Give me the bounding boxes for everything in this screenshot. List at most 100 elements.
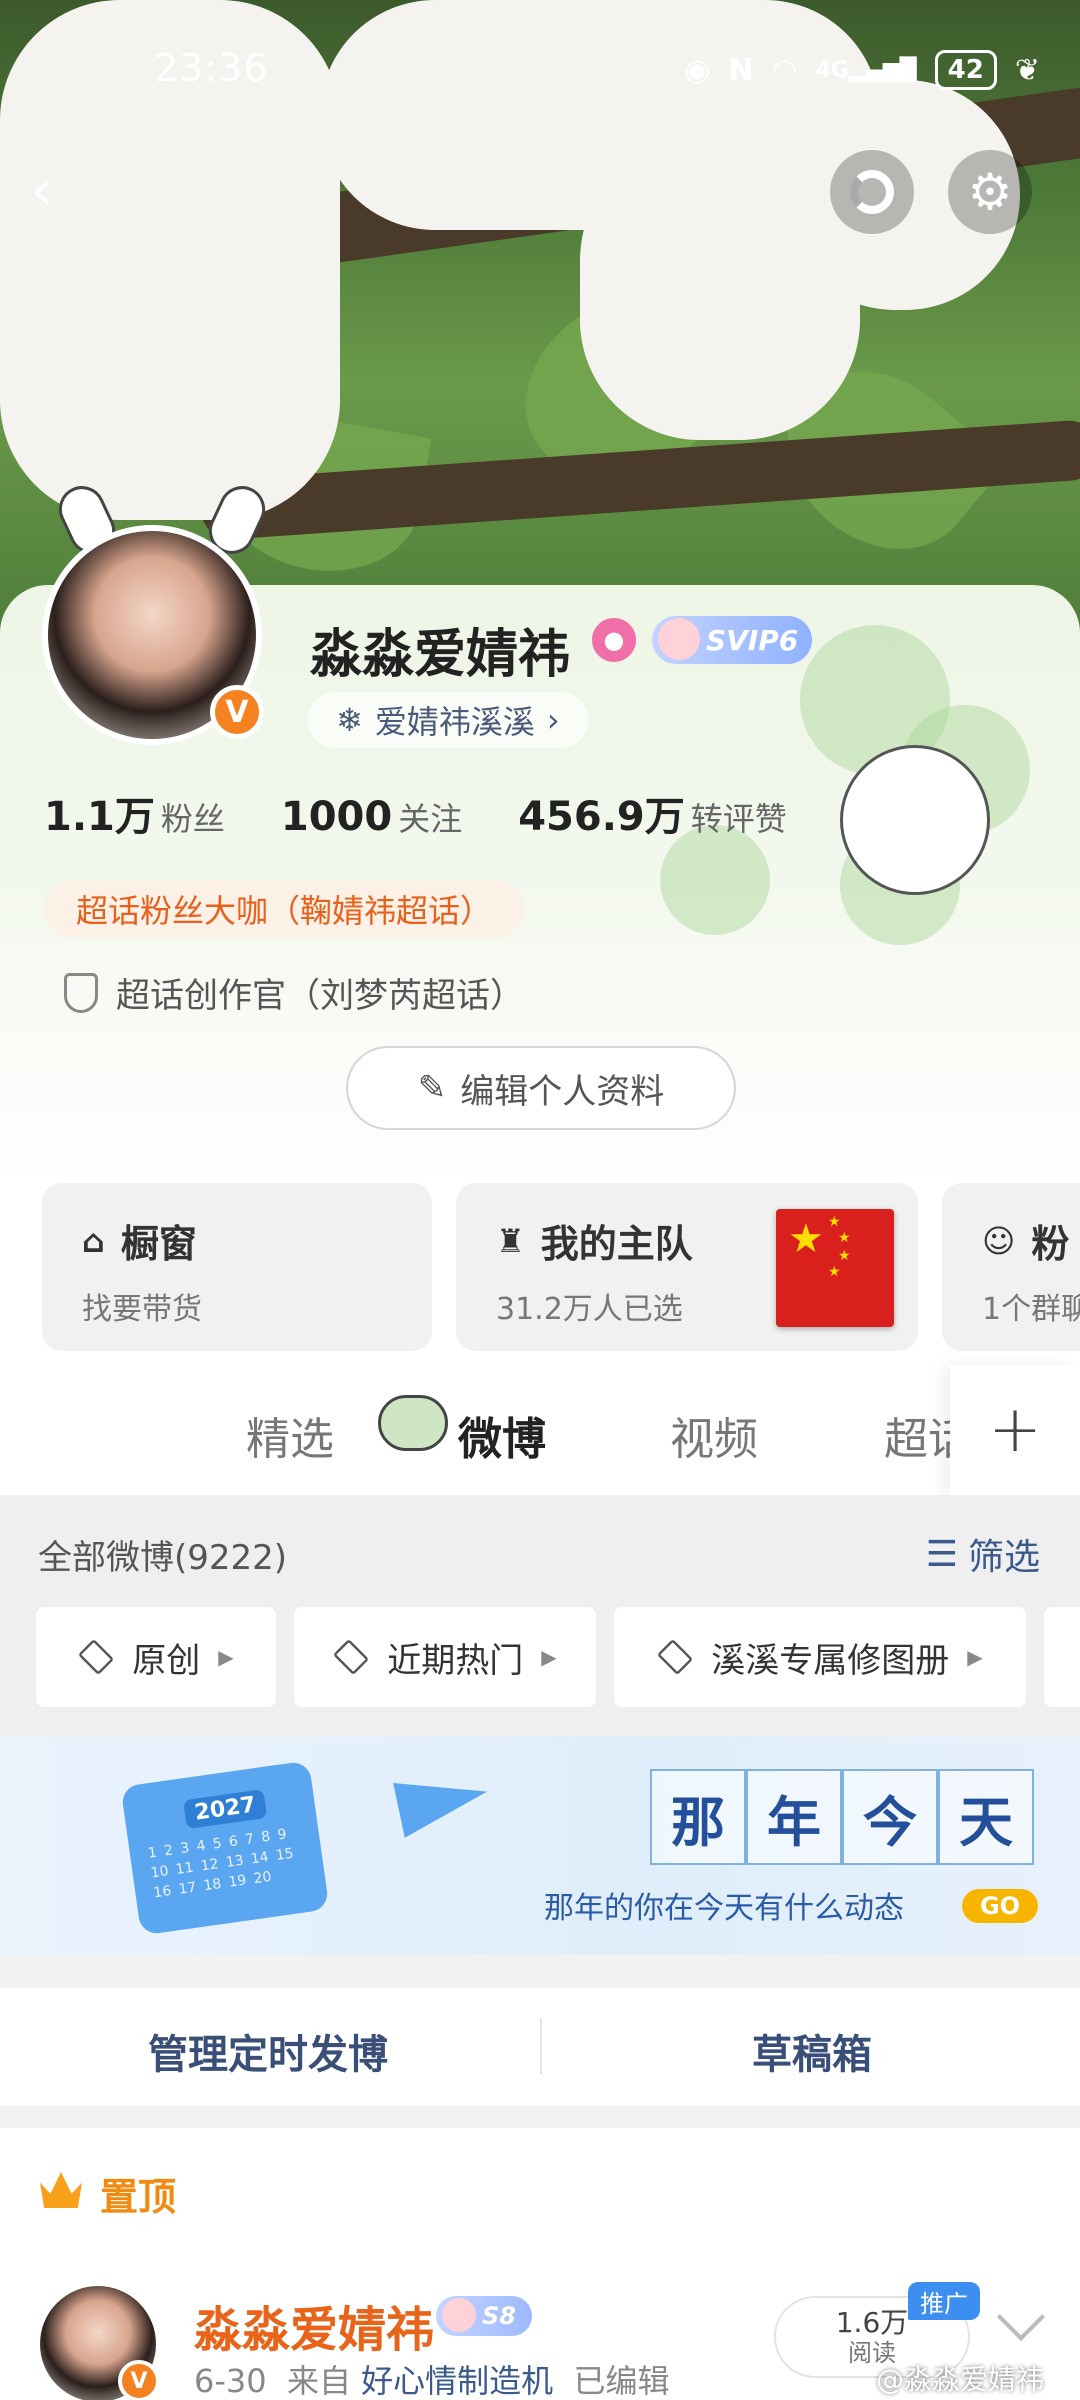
chip-label: 原创 <box>132 1640 201 1681</box>
eye-icon: ◉ <box>684 52 711 88</box>
chip-album[interactable]: 溪溪专属修图册 ▶ <box>614 1607 1026 1707</box>
feature-title: 我的主队 <box>540 1222 693 1266</box>
title-char: 那 <box>650 1769 746 1865</box>
bag-icon: ⌂ <box>82 1221 105 1260</box>
gear-icon: ⚙ <box>967 163 1013 221</box>
edit-profile-button[interactable]: ✎ 编辑个人资料 <box>346 1046 736 1130</box>
back-icon[interactable]: ‹ <box>30 160 90 220</box>
sort-icon: ☰ <box>925 1533 958 1575</box>
svip-label: SVIP6 <box>706 623 799 657</box>
scheduled-posts-button[interactable]: 管理定时发博 <box>148 2022 388 2080</box>
feature-card-team[interactable]: ♜ 我的主队 31.2万人已选 ★ ★ ★ ★ ★ <box>456 1183 918 1351</box>
title-char: 年 <box>746 1769 842 1865</box>
feature-card-fans[interactable]: ☺ 粉 1个群聊 <box>942 1183 1080 1351</box>
verified-icon: V <box>210 685 264 739</box>
tab-video[interactable]: 视频 <box>670 1403 758 1467</box>
svip-pig-icon <box>442 2298 476 2332</box>
all-weibo-count: 全部微博(9222) <box>38 1538 288 1578</box>
fan-club-label: 爱婧祎溪溪 <box>374 703 535 741</box>
layers-icon <box>333 1638 370 1676</box>
people-icon: ☺ <box>982 1221 1016 1260</box>
feature-card-showcase[interactable]: ⌂ 橱窗 找要带货 <box>42 1183 432 1351</box>
frog-mascot-icon <box>378 1395 448 1451</box>
on-this-day-banner[interactable]: 2027 1 2 3 4 5 6 7 8 9 10 11 12 13 14 15… <box>0 1737 1080 1955</box>
chaohua-fan-badge[interactable]: 超话粉丝大咖（鞠婧祎超话） <box>44 880 525 938</box>
status-bar: 23:36 ◉ N ◠ 4G▂▄▆█ 42 ❦ <box>0 0 1080 150</box>
chip-original[interactable]: 原创 ▶ <box>36 1607 276 1707</box>
post-from: 来自 <box>286 2362 351 2400</box>
stat-number: 1.1万 <box>44 794 155 840</box>
caret-right-icon: ▶ <box>218 1645 234 1669</box>
stat-fans[interactable]: 1.1万 粉丝 <box>44 784 225 842</box>
cell-signal-icon: 4G▂▄▆█ <box>815 57 917 83</box>
caret-right-icon: ▶ <box>541 1645 557 1669</box>
feature-title: 橱窗 <box>120 1222 197 1266</box>
svip-number: S8 <box>482 2302 516 2330</box>
calendar-year: 2027 <box>182 1789 268 1830</box>
calendar-icon: 2027 1 2 3 4 5 6 7 8 9 10 11 12 13 14 15… <box>120 1760 330 1936</box>
status-icons: ◉ N ◠ 4G▂▄▆█ 42 ❦ <box>684 50 1040 90</box>
team-icon: ♜ <box>496 1221 525 1260</box>
story-ring-button[interactable] <box>830 150 914 234</box>
pinned-label: 置顶 <box>100 2175 177 2219</box>
shield-icon <box>64 972 98 1013</box>
post-svip-badge[interactable]: S8 <box>436 2296 532 2336</box>
profile-tabs: 精选 微博 视频 超话 + <box>0 1365 1080 1495</box>
drafts-button[interactable]: 草稿箱 <box>752 2022 872 2080</box>
add-tab-icon[interactable]: + <box>950 1365 1080 1495</box>
mascot-sticker <box>840 745 990 895</box>
post-author[interactable]: 淼淼爱婧祎 <box>194 2290 434 2360</box>
stat-label: 粉丝 <box>160 800 225 838</box>
post-edited: 已编辑 <box>573 2362 670 2400</box>
stat-interactions[interactable]: 456.9万 转评赞 <box>518 784 787 842</box>
snowflake-icon: ❄ <box>336 701 363 739</box>
stat-number: 456.9万 <box>518 794 685 840</box>
post-date: 6-30 <box>194 2362 267 2400</box>
status-time: 23:36 <box>154 46 269 90</box>
filter-button[interactable]: ☰ 筛选 <box>926 1528 1040 1580</box>
ring-icon <box>850 170 894 214</box>
chip-label: 溪溪专属修图册 <box>711 1640 950 1681</box>
profile-name: 淼淼爱婧祎 <box>310 624 571 685</box>
chip-recent-hot[interactable]: 近期热门 ▶ <box>294 1607 596 1707</box>
tab-weibo[interactable]: 微博 <box>458 1403 546 1467</box>
promote-badge[interactable]: 推广 <box>908 2282 980 2320</box>
settings-button[interactable]: ⚙ <box>948 150 1032 234</box>
post-meta: 6-30 来自 好心情制造机 已编辑 <box>194 2356 670 2400</box>
creator-label: 超话创作官（刘梦芮超话） <box>116 976 524 1016</box>
chip-more[interactable] <box>1044 1607 1080 1707</box>
stat-label: 关注 <box>398 800 463 838</box>
feature-title: 粉 <box>1031 1222 1070 1266</box>
layers-icon <box>657 1638 694 1676</box>
go-button[interactable]: GO <box>962 1889 1038 1923</box>
wifi-icon: ◠ <box>771 52 798 88</box>
verified-icon: V <box>118 2360 160 2400</box>
chevron-right-icon: › <box>546 701 560 739</box>
post-source[interactable]: 好心情制造机 <box>361 2362 553 2400</box>
manage-row: 管理定时发博 草稿箱 <box>0 1988 1080 2106</box>
pencil-icon: ✎ <box>417 1068 447 1108</box>
profile-stats: 1.1万 粉丝 1000 关注 456.9万 转评赞 <box>44 784 787 842</box>
edit-profile-label: 编辑个人资料 <box>460 1071 665 1112</box>
paper-plane-icon <box>393 1764 493 1838</box>
member-badge-icon[interactable]: ● <box>592 618 636 662</box>
feature-sub: 找要带货 <box>82 1292 202 1327</box>
svip-badge[interactable]: SVIP6 <box>652 616 813 664</box>
battery-icon: 42 <box>934 50 997 90</box>
layers-icon <box>78 1638 115 1676</box>
creator-title[interactable]: 超话创作官（刘梦芮超话） <box>64 968 524 1017</box>
leaf-icon: ❦ <box>1014 52 1040 88</box>
nfc-icon: N <box>728 52 754 88</box>
profile-avatar[interactable]: V <box>34 478 274 755</box>
feature-sub: 1个群聊 <box>982 1292 1080 1327</box>
tab-featured[interactable]: 精选 <box>246 1403 334 1467</box>
divider <box>540 2018 542 2074</box>
stat-label: 转评赞 <box>690 800 787 838</box>
china-flag-icon: ★ ★ ★ ★ ★ <box>776 1209 894 1327</box>
filter-label: 筛选 <box>967 1537 1040 1578</box>
fan-club-pill[interactable]: ❄ 爱婧祎溪溪 › <box>308 692 588 748</box>
chip-label: 近期热门 <box>387 1640 524 1681</box>
caret-right-icon: ▶ <box>967 1645 983 1669</box>
banner-subtitle: 那年的你在今天有什么动态 <box>544 1891 904 1926</box>
stat-following[interactable]: 1000 关注 <box>281 794 462 840</box>
